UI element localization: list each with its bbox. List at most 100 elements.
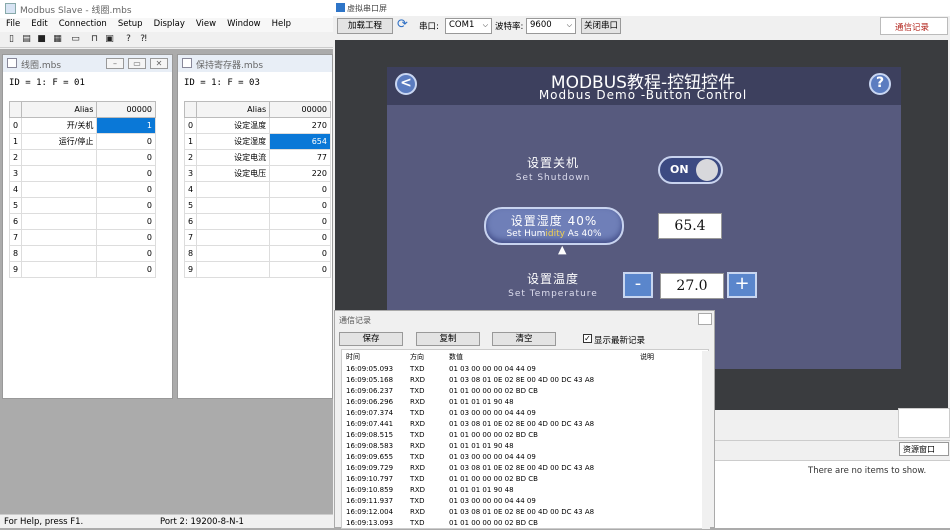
save-icon[interactable]: ■ (36, 34, 47, 45)
table-row[interactable]: 3 设定电压 220 (183, 165, 331, 182)
value-cell[interactable]: 0 (96, 245, 156, 262)
value-cell[interactable]: 0 (96, 213, 156, 230)
value-cell[interactable]: 0 (269, 261, 331, 278)
table-row[interactable]: 70 (183, 229, 331, 246)
alias-cell[interactable]: 设定电流 (196, 149, 271, 166)
open-folder-icon[interactable]: ▤ (21, 34, 32, 45)
table-row[interactable]: 60 (183, 213, 331, 230)
menu-display[interactable]: Display (148, 18, 190, 29)
alias-cell[interactable] (21, 229, 98, 246)
save-log-button[interactable]: 保存 (339, 332, 403, 346)
table-row[interactable]: 40 (183, 181, 331, 198)
minimize-button[interactable]: – (106, 58, 124, 69)
help-icon[interactable]: ? (123, 34, 134, 45)
list-item[interactable]: 16:09:07.374 TXD 01 03 00 00 00 04 44 09 (342, 409, 700, 420)
list-item[interactable]: 16:09:07.441 RXD 01 03 08 01 0E 02 8E 00 4… (342, 420, 700, 431)
alias-cell[interactable] (196, 181, 271, 198)
value-cell[interactable]: 0 (96, 165, 156, 182)
context-help-icon[interactable]: ⁈ (138, 34, 149, 45)
window-icon[interactable]: ▭ (70, 34, 81, 45)
alias-cell[interactable] (196, 229, 271, 246)
list-item[interactable]: 16:09:10.859 RXD 01 01 01 01 90 48 (342, 486, 700, 497)
list-item[interactable]: 16:09:08.515 TXD 01 01 00 00 00 02 BD CB (342, 431, 700, 442)
alias-cell[interactable]: 开/关机 (21, 117, 98, 134)
alias-cell[interactable]: 运行/停止 (21, 133, 98, 150)
table-row[interactable]: 30 (8, 165, 156, 182)
list-item[interactable]: 16:09:05.093 TXD 01 03 00 00 00 04 44 09 (342, 365, 700, 376)
list-item[interactable]: 16:09:09.729 RXD 01 03 08 01 0E 02 8E 00 4… (342, 464, 700, 475)
menu-setup[interactable]: Setup (112, 18, 148, 29)
value-cell[interactable]: 0 (96, 181, 156, 198)
temperature-minus-button[interactable]: - (623, 272, 653, 298)
set-humidity-button[interactable]: 设置湿度 40% Set Humidity As 40% (484, 207, 624, 245)
list-item[interactable]: 16:09:10.797 TXD 01 01 00 00 00 02 BD CB (342, 475, 700, 486)
value-cell[interactable]: 0 (269, 181, 331, 198)
alias-cell[interactable] (21, 181, 98, 198)
menu-view[interactable]: View (190, 18, 221, 29)
clear-log-button[interactable]: 清空 (492, 332, 556, 346)
alias-cell[interactable] (21, 165, 98, 182)
temperature-value[interactable]: 27.0 (660, 273, 724, 299)
table-row[interactable]: 60 (8, 213, 156, 230)
temperature-plus-button[interactable]: + (727, 272, 757, 298)
alias-cell[interactable] (21, 261, 98, 278)
list-item[interactable]: 16:09:05.168 RXD 01 03 08 01 0E 02 8E 00 4… (342, 376, 700, 387)
print-icon[interactable]: ▦ (52, 34, 63, 45)
value-cell[interactable]: 0 (96, 149, 156, 166)
value-cell[interactable]: 1 (96, 117, 156, 134)
resource-window-tab[interactable]: 资源窗口 (899, 442, 949, 456)
list-item[interactable]: 16:09:11.937 TXD 01 03 00 00 00 04 44 09 (342, 497, 700, 508)
humidity-value[interactable]: 65.4 (658, 213, 722, 239)
alias-cell[interactable] (196, 213, 271, 230)
menu-window[interactable]: Window (221, 18, 266, 29)
value-cell[interactable]: 220 (269, 165, 331, 182)
value-cell[interactable]: 0 (96, 133, 156, 150)
refresh-icon[interactable]: ⟳ (397, 17, 408, 32)
alias-cell[interactable] (21, 149, 98, 166)
load-project-button[interactable]: 加载工程 (337, 18, 393, 34)
connect-icon[interactable]: ⊓ (89, 34, 100, 45)
new-file-icon[interactable]: ▯ (6, 34, 17, 45)
alias-cell[interactable]: 设定湿度 (196, 133, 271, 150)
table-row[interactable]: 0 开/关机 1 (8, 117, 156, 134)
list-item[interactable]: 16:09:06.237 TXD 01 01 00 00 00 02 BD CB (342, 387, 700, 398)
close-icon[interactable] (698, 313, 712, 325)
table-row[interactable]: 40 (8, 181, 156, 198)
close-port-button[interactable]: 关闭串口 (581, 18, 621, 34)
menu-edit[interactable]: Edit (25, 18, 52, 29)
value-cell[interactable]: 0 (269, 245, 331, 262)
list-item[interactable]: 16:09:09.655 TXD 01 03 00 00 00 04 44 09 (342, 453, 700, 464)
maximize-button[interactable]: ▭ (128, 58, 146, 69)
value-cell[interactable]: 0 (269, 229, 331, 246)
value-cell[interactable]: 0 (96, 197, 156, 214)
value-cell[interactable]: 0 (269, 213, 331, 230)
list-item[interactable]: 16:09:08.583 RXD 01 01 01 01 90 48 (342, 442, 700, 453)
table-row[interactable]: 20 (8, 149, 156, 166)
alias-cell[interactable]: 设定温度 (196, 117, 271, 134)
value-cell[interactable]: 270 (269, 117, 331, 134)
alias-cell[interactable] (21, 213, 98, 230)
alias-cell[interactable] (21, 197, 98, 214)
copy-log-button[interactable]: 复制 (416, 332, 480, 346)
alias-cell[interactable] (196, 245, 271, 262)
table-row[interactable]: 90 (8, 261, 156, 278)
value-cell[interactable]: 0 (96, 261, 156, 278)
menu-connection[interactable]: Connection (53, 18, 112, 29)
port-select[interactable]: COM1 ⌵ (445, 18, 492, 34)
table-row[interactable]: 2 设定电流 77 (183, 149, 331, 166)
table-row[interactable]: 70 (8, 229, 156, 246)
value-cell[interactable]: 0 (96, 229, 156, 246)
back-button[interactable]: < (395, 73, 417, 95)
close-button[interactable]: ✕ (150, 58, 168, 69)
menu-file[interactable]: File (0, 18, 25, 29)
value-cell[interactable]: 0 (269, 197, 331, 214)
table-row[interactable]: 1 设定湿度 654 (183, 133, 331, 150)
baud-select[interactable]: 9600 ⌵ (526, 18, 576, 34)
comm-log-link[interactable]: 通信记录 (880, 17, 948, 35)
table-row[interactable]: 90 (183, 261, 331, 278)
value-cell[interactable]: 77 (269, 149, 331, 166)
alias-cell[interactable] (196, 261, 271, 278)
value-cell[interactable]: 654 (269, 133, 331, 150)
help-button[interactable]: ? (869, 73, 891, 95)
alias-cell[interactable]: 设定电压 (196, 165, 271, 182)
